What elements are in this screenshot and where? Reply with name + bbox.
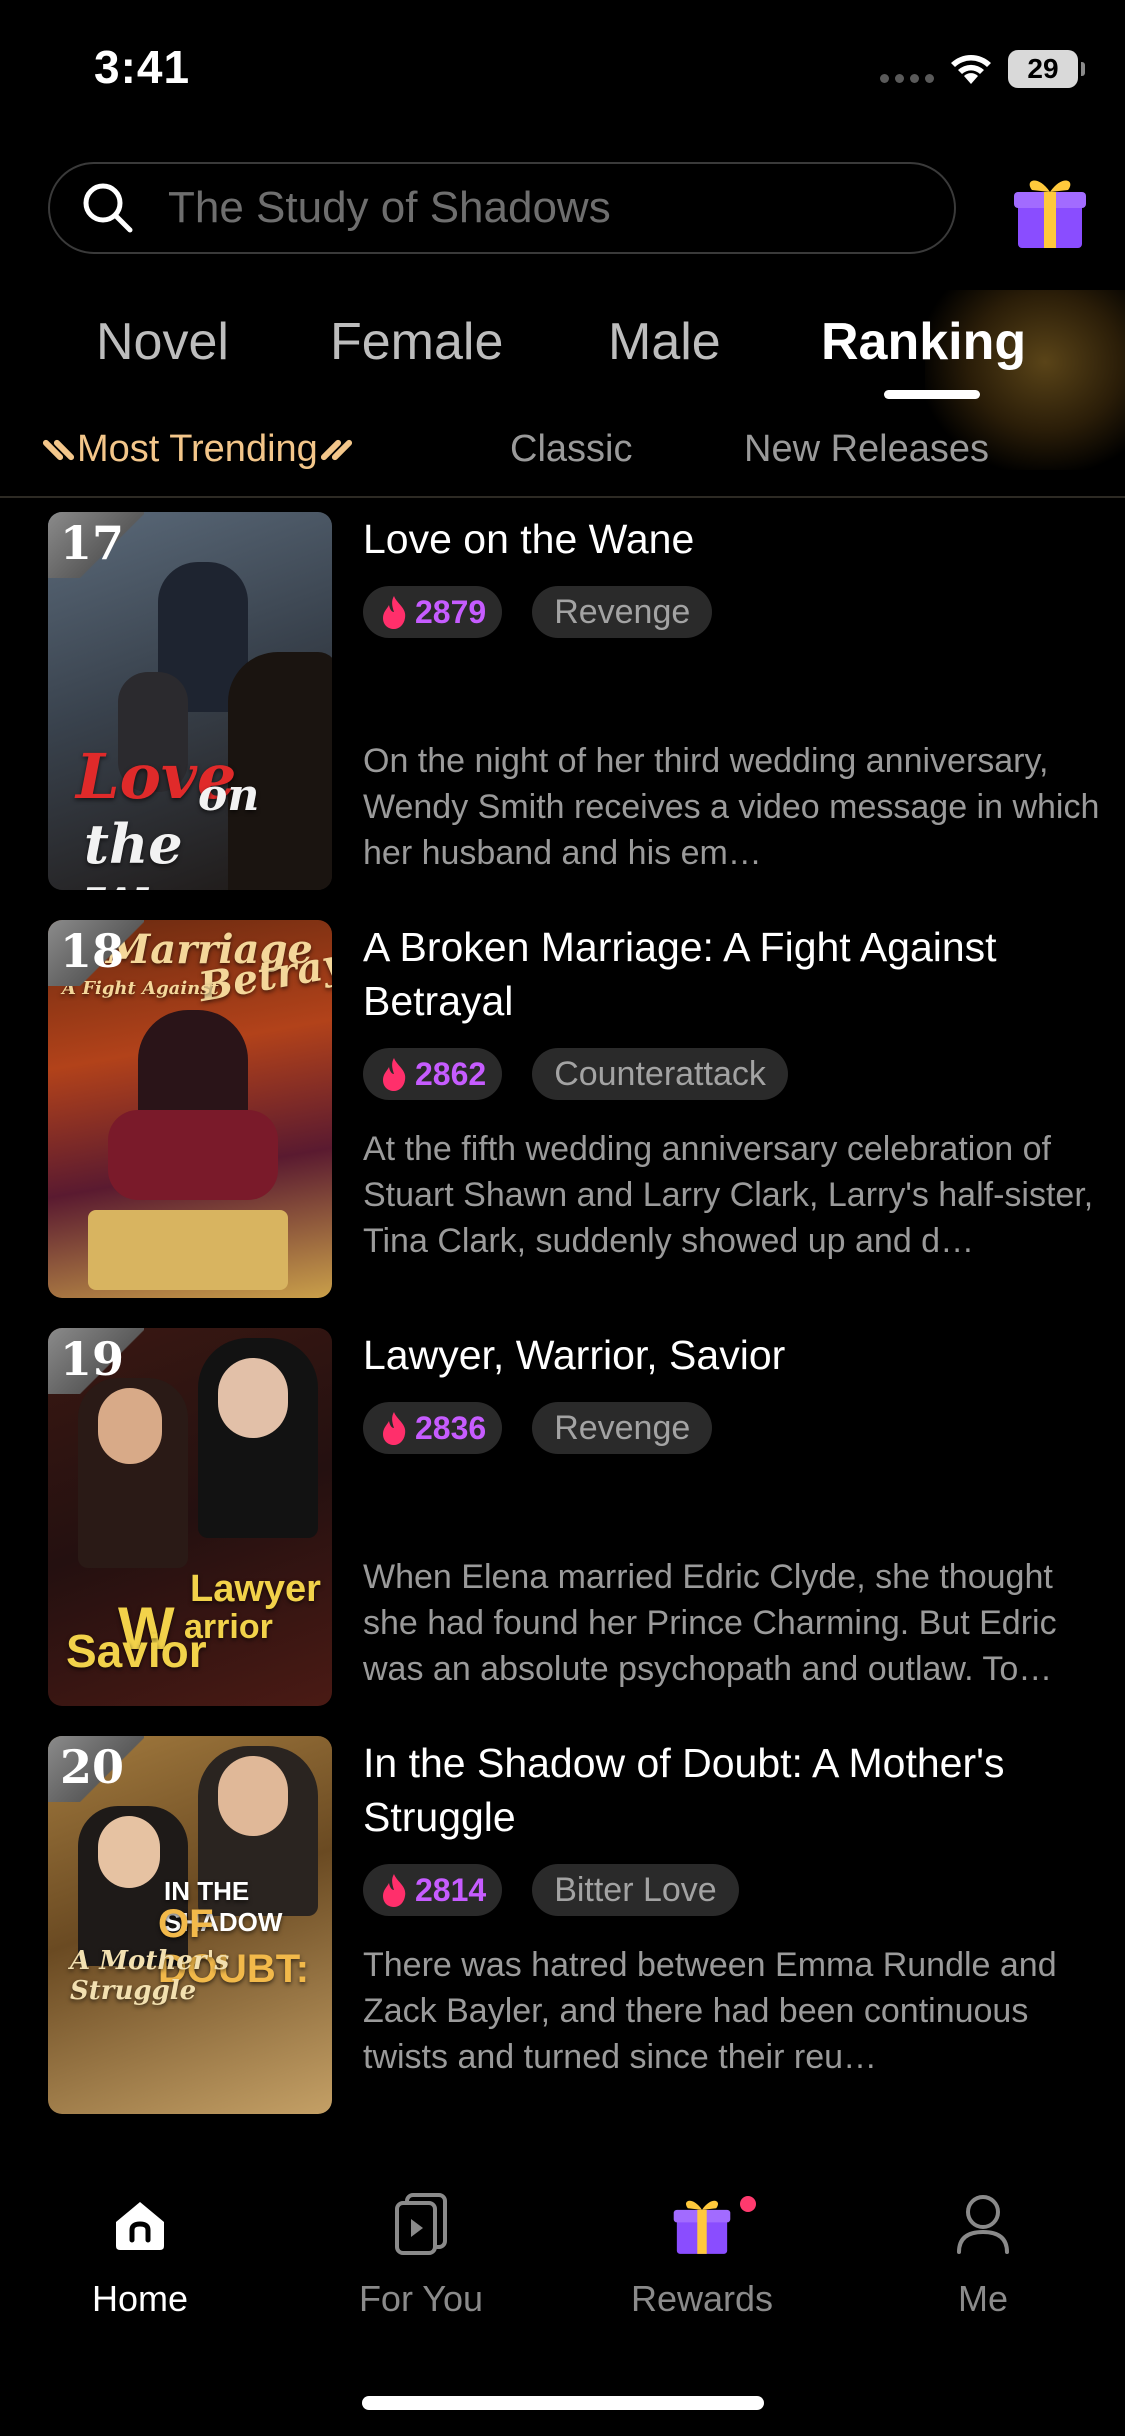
search-bar[interactable] bbox=[48, 162, 956, 254]
ranking-sub-tabs: Most Trending Classic New Releases bbox=[0, 420, 1125, 498]
book-title[interactable]: A Broken Marriage: A Fight Against Betra… bbox=[363, 920, 1113, 1028]
sub-tab-classic[interactable]: Classic bbox=[510, 428, 632, 471]
home-indicator[interactable] bbox=[362, 2396, 764, 2410]
status-time: 3:41 bbox=[94, 41, 191, 93]
nav-for-you[interactable]: For You bbox=[321, 2186, 521, 2320]
for-you-icon bbox=[321, 2186, 521, 2262]
rank-badge: 17 bbox=[48, 512, 144, 578]
flame-icon bbox=[383, 596, 406, 629]
book-description: There was hatred between Emma Rundle and… bbox=[363, 1946, 1057, 2076]
rank-badge: 20 bbox=[48, 1736, 144, 1802]
nav-rewards[interactable]: Rewards bbox=[602, 2186, 802, 2320]
rank-badge: 18 bbox=[48, 920, 144, 986]
flame-icon bbox=[383, 1874, 406, 1907]
book-title[interactable]: Love on the Wane bbox=[363, 512, 1113, 566]
flame-icon bbox=[383, 1412, 406, 1445]
tab-novel[interactable]: Novel bbox=[96, 312, 229, 372]
genre-tag[interactable]: Counterattack bbox=[532, 1048, 788, 1100]
popularity-count: 2862 bbox=[415, 1055, 487, 1092]
status-bar: 3:41 29 bbox=[0, 0, 1125, 140]
tab-ranking[interactable]: Ranking bbox=[821, 312, 1026, 372]
slash-decoration-icon bbox=[41, 437, 76, 463]
popularity-count: 2879 bbox=[415, 593, 487, 630]
tab-male[interactable]: Male bbox=[608, 312, 721, 372]
book-cover[interactable]: IN THE SHADOW OF DOUBT: A Mother's Strug… bbox=[48, 1736, 332, 2114]
list-item[interactable]: IN THE SHADOW OF DOUBT: A Mother's Strug… bbox=[0, 1736, 1125, 2116]
gift-icon[interactable] bbox=[1008, 168, 1092, 252]
book-description: On the night of her third wedding annive… bbox=[363, 742, 1100, 872]
search-input[interactable] bbox=[168, 183, 928, 233]
nav-home[interactable]: Home bbox=[40, 2186, 240, 2320]
popularity-badge: 2836 bbox=[363, 1402, 503, 1454]
popularity-badge: 2814 bbox=[363, 1864, 503, 1916]
nav-label: Me bbox=[957, 2278, 1008, 2319]
book-cover[interactable]: Marriage Betrayal A Fight Against 18 bbox=[48, 920, 332, 1298]
book-title[interactable]: In the Shadow of Doubt: A Mother's Strug… bbox=[363, 1736, 1113, 1844]
sub-tab-new-releases[interactable]: New Releases bbox=[744, 428, 989, 471]
nav-label: Home bbox=[91, 2278, 189, 2319]
nav-label: Rewards bbox=[630, 2278, 774, 2319]
list-item[interactable]: Lawyer W arrior Savior 19 Lawyer, Warrio… bbox=[0, 1328, 1125, 1708]
home-icon bbox=[40, 2186, 240, 2262]
book-title[interactable]: Lawyer, Warrior, Savior bbox=[363, 1328, 1113, 1382]
genre-tag[interactable]: Revenge bbox=[532, 1402, 713, 1454]
rank-badge: 19 bbox=[48, 1328, 144, 1394]
nav-label: For You bbox=[358, 2278, 484, 2319]
list-item[interactable]: Love on the Wane 17 Love on the Wane 287… bbox=[0, 512, 1125, 892]
flame-icon bbox=[383, 1058, 406, 1091]
book-description: At the fifth wedding anniversary celebra… bbox=[363, 1130, 1094, 1260]
battery-icon: 29 bbox=[1008, 50, 1085, 88]
book-description: When Elena married Edric Clyde, she thou… bbox=[363, 1558, 1057, 1688]
bottom-navigation: Home For You Rewards Me bbox=[0, 2186, 1125, 2336]
gift-icon bbox=[602, 2186, 802, 2262]
popularity-count: 2814 bbox=[415, 1871, 487, 1908]
genre-tag[interactable]: Bitter Love bbox=[532, 1864, 739, 1916]
cellular-signal-icon bbox=[880, 74, 934, 83]
person-icon bbox=[883, 2186, 1083, 2262]
wifi-icon bbox=[948, 50, 994, 91]
nav-me[interactable]: Me bbox=[883, 2186, 1083, 2320]
notification-dot bbox=[740, 2196, 756, 2212]
slash-decoration-icon bbox=[319, 437, 354, 463]
popularity-badge: 2862 bbox=[363, 1048, 503, 1100]
book-cover[interactable]: Love on the Wane 17 bbox=[48, 512, 332, 890]
popularity-count: 2836 bbox=[415, 1409, 487, 1446]
active-tab-indicator bbox=[884, 390, 980, 399]
sub-tab-most-trending[interactable]: Most Trending bbox=[41, 428, 354, 471]
list-item[interactable]: Marriage Betrayal A Fight Against 18 A B… bbox=[0, 920, 1125, 1300]
book-cover[interactable]: Lawyer W arrior Savior 19 bbox=[48, 1328, 332, 1706]
genre-tag[interactable]: Revenge bbox=[532, 586, 713, 638]
category-tabs: Novel Female Male Ranking bbox=[0, 290, 1125, 470]
search-icon bbox=[78, 178, 138, 238]
popularity-badge: 2879 bbox=[363, 586, 503, 638]
tab-female[interactable]: Female bbox=[330, 312, 503, 372]
sub-tab-label: Most Trending bbox=[77, 428, 318, 470]
